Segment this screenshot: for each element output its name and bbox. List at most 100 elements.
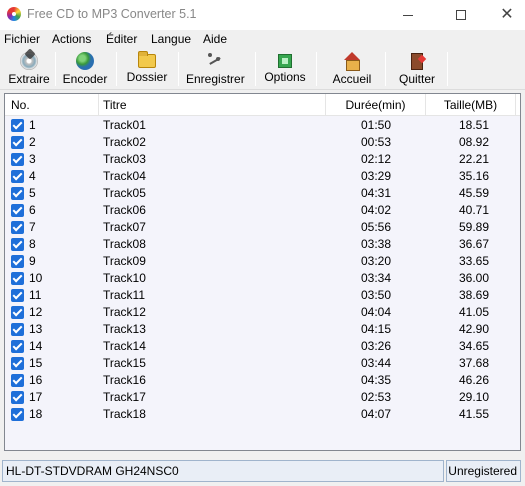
extract-button[interactable]: Extraire [8,51,50,87]
track-size: 36.67 [458,237,490,251]
track-duration: 03:20 [360,254,392,268]
extract-label: Extraire [8,72,50,86]
maximize-icon [456,10,466,20]
track-checkbox[interactable] [11,187,24,200]
minimize-button[interactable] [385,0,431,30]
track-checkbox[interactable] [11,306,24,319]
track-number: 3 [29,152,36,166]
table-row[interactable]: 7 Track07 05:56 59.89 [5,219,520,236]
table-row[interactable]: 18 Track18 04:07 41.55 [5,406,520,423]
track-checkbox[interactable] [11,340,24,353]
track-duration: 04:02 [360,203,392,217]
track-checkbox[interactable] [11,204,24,217]
track-checkbox[interactable] [11,272,24,285]
toolbar-separator [116,52,117,86]
table-row[interactable]: 8 Track08 03:38 36.67 [5,236,520,253]
column-header-no[interactable]: No. [5,94,99,116]
track-size: 22.21 [458,152,490,166]
encode-button[interactable]: Encoder [62,51,108,87]
track-number: 15 [29,356,43,370]
track-size: 42.90 [458,322,490,336]
track-title: Track01 [103,118,146,132]
table-row[interactable]: 16 Track16 04:35 46.26 [5,372,520,389]
drive-status: HL-DT-STDVDRAM GH24NSC0 [2,460,444,482]
menu-aide[interactable]: Aide [203,32,227,46]
track-duration: 05:56 [360,220,392,234]
track-size: 37.68 [458,356,490,370]
table-row[interactable]: 12 Track12 04:04 41.05 [5,304,520,321]
table-row[interactable]: 2 Track02 00:53 08.92 [5,134,520,151]
track-checkbox[interactable] [11,119,24,132]
list-header: No. Titre Durée(min) Taille(MB) [5,94,520,116]
track-duration: 04:31 [360,186,392,200]
menu-actions[interactable]: Actions [52,32,91,46]
door-exit-icon [408,52,426,70]
track-checkbox[interactable] [11,289,24,302]
column-header-title[interactable]: Titre [99,94,326,116]
track-number: 1 [29,118,36,132]
app-window: Free CD to MP3 Converter 5.1 ✕ Fichier A… [0,0,525,486]
track-checkbox[interactable] [11,238,24,251]
list-rows: 1 Track01 01:50 18.51 2 Track02 00:53 08.92 3 Tra… [5,117,520,423]
track-checkbox[interactable] [11,153,24,166]
table-row[interactable]: 6 Track06 04:02 40.71 [5,202,520,219]
home-button[interactable]: Accueil [329,51,375,87]
track-number: 12 [29,305,43,319]
toolbar-separator [316,52,317,86]
table-row[interactable]: 15 Track15 03:44 37.68 [5,355,520,372]
cd-app-icon [7,7,21,21]
track-title: Track14 [103,339,146,353]
track-title: Track08 [103,237,146,251]
track-list[interactable]: No. Titre Durée(min) Taille(MB) 1 Track01… [4,93,521,451]
table-row[interactable]: 14 Track14 03:26 34.65 [5,338,520,355]
column-header-no-label: No. [11,98,30,112]
table-row[interactable]: 3 Track03 02:12 22.21 [5,151,520,168]
track-checkbox[interactable] [11,323,24,336]
table-row[interactable]: 1 Track01 01:50 18.51 [5,117,520,134]
track-title: Track04 [103,169,146,183]
track-checkbox[interactable] [11,136,24,149]
folder-label: Dossier [126,70,168,84]
table-row[interactable]: 9 Track09 03:20 33.65 [5,253,520,270]
track-title: Track05 [103,186,146,200]
column-header-size[interactable]: Taille(MB) [426,94,516,116]
track-size: 35.16 [458,169,490,183]
cd-extract-icon [20,52,38,70]
menu-fichier[interactable]: Fichier [4,32,40,46]
track-checkbox[interactable] [11,255,24,268]
track-checkbox[interactable] [11,221,24,234]
track-duration: 02:12 [360,152,392,166]
quit-button[interactable]: Quitter [395,51,439,87]
track-size: 41.55 [458,407,490,421]
maximize-button[interactable] [438,0,484,30]
track-title: Track12 [103,305,146,319]
track-checkbox[interactable] [11,408,24,421]
track-checkbox[interactable] [11,391,24,404]
table-row[interactable]: 5 Track05 04:31 45.59 [5,185,520,202]
track-checkbox[interactable] [11,170,24,183]
folder-button[interactable]: Dossier [124,51,170,87]
column-header-duration[interactable]: Durée(min) [326,94,426,116]
toolbar: Extraire Encoder Dossier Enregistrer Opt… [0,48,525,90]
options-button[interactable]: Options [263,51,307,87]
table-row[interactable]: 11 Track11 03:50 38.69 [5,287,520,304]
options-icon [278,54,292,68]
track-checkbox[interactable] [11,357,24,370]
menu-langue[interactable]: Langue [151,32,191,46]
title-bar[interactable]: Free CD to MP3 Converter 5.1 ✕ [0,0,525,30]
toolbar-separator [55,52,56,86]
folder-icon [138,51,156,68]
track-checkbox[interactable] [11,374,24,387]
status-bar: HL-DT-STDVDRAM GH24NSC0 Unregistered [0,456,525,484]
track-number: 17 [29,390,43,404]
close-button[interactable]: ✕ [484,0,525,30]
column-header-title-label: Titre [103,98,127,112]
menu-editer[interactable]: Éditer [106,32,137,46]
table-row[interactable]: 10 Track10 03:34 36.00 [5,270,520,287]
table-row[interactable]: 4 Track04 03:29 35.16 [5,168,520,185]
table-row[interactable]: 13 Track13 04:15 42.90 [5,321,520,338]
record-button[interactable]: Enregistrer [186,51,245,87]
toolbar-separator [447,52,448,86]
table-row[interactable]: 17 Track17 02:53 29.10 [5,389,520,406]
track-number: 9 [29,254,36,268]
